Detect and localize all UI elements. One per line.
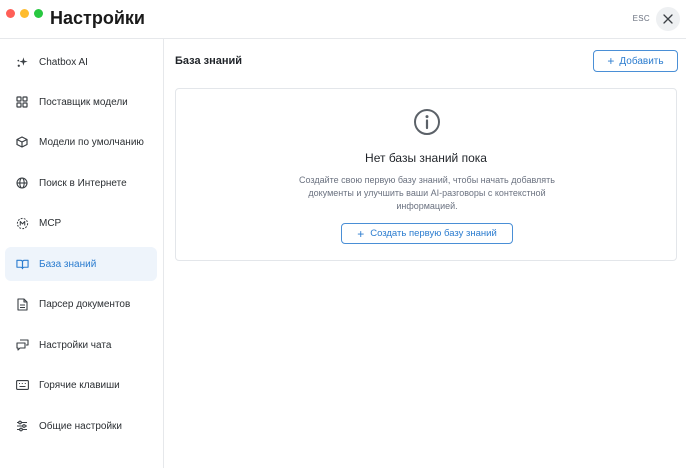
- sidebar-item-model-provider[interactable]: Поставщик модели: [5, 85, 157, 119]
- create-knowledge-base-button[interactable]: + Создать первую базу знаний: [341, 223, 513, 244]
- cube-icon: [15, 135, 29, 149]
- sidebar-item-label: Настройки чата: [39, 339, 112, 351]
- sidebar-item-document-parser[interactable]: Парсер документов: [5, 287, 157, 321]
- keyboard-icon: [15, 378, 29, 392]
- sidebar-item-label: Поиск в Интернете: [39, 177, 127, 189]
- empty-state-title: Нет базы знаний пока: [365, 151, 487, 165]
- sidebar-item-label: Горячие клавиши: [39, 379, 120, 391]
- sidebar-item-label: База знаний: [39, 258, 97, 270]
- globe-icon: [15, 176, 29, 190]
- empty-state-card: Нет базы знаний пока Создайте свою перву…: [175, 88, 677, 261]
- page-title: База знаний: [175, 55, 243, 67]
- sidebar-item-chatbox-ai[interactable]: Chatbox AI: [5, 45, 157, 79]
- title-bar: Настройки ESC: [0, 0, 686, 39]
- sidebar-item-label: Chatbox AI: [39, 56, 88, 68]
- window-close-dot[interactable]: [6, 9, 15, 18]
- sidebar-item-default-models[interactable]: Модели по умолчанию: [5, 125, 157, 159]
- book-icon: [15, 257, 29, 271]
- chat-icon: [15, 338, 29, 352]
- grid-icon: [15, 95, 29, 109]
- window-minimize-dot[interactable]: [20, 9, 29, 18]
- sidebar: Chatbox AI Поставщик модели Модели по ум…: [0, 39, 164, 468]
- sidebar-item-label: Общие настройки: [39, 420, 122, 432]
- sidebar-item-chat-settings[interactable]: Настройки чата: [5, 328, 157, 362]
- add-button-label: Добавить: [619, 55, 664, 67]
- sidebar-item-label: Поставщик модели: [39, 96, 128, 108]
- plus-icon: +: [357, 226, 365, 241]
- sidebar-item-label: Модели по умолчанию: [39, 136, 144, 148]
- add-button[interactable]: + Добавить: [593, 50, 678, 72]
- empty-state-description: Создайте свою первую базу знаний, чтобы …: [299, 175, 555, 211]
- sparkle-icon: [15, 55, 29, 69]
- sidebar-item-hotkeys[interactable]: Горячие клавиши: [5, 368, 157, 402]
- main-panel: База знаний + Добавить Нет базы знаний п…: [165, 39, 686, 468]
- sidebar-item-general-settings[interactable]: Общие настройки: [5, 409, 157, 443]
- window-title: Настройки: [50, 8, 145, 28]
- sidebar-item-knowledge-base[interactable]: База знаний: [5, 247, 157, 281]
- sliders-icon: [15, 419, 29, 433]
- sidebar-item-label: MCP: [39, 217, 62, 229]
- create-button-label: Создать первую базу знаний: [370, 228, 497, 239]
- esc-hint: ESC: [632, 14, 650, 23]
- close-icon: [663, 14, 673, 24]
- sidebar-item-mcp[interactable]: MCP: [5, 206, 157, 240]
- window-zoom-dot[interactable]: [34, 9, 43, 18]
- close-button[interactable]: [656, 7, 680, 31]
- document-icon: [15, 297, 29, 311]
- plus-icon: +: [607, 54, 615, 68]
- sidebar-item-web-search[interactable]: Поиск в Интернете: [5, 166, 157, 200]
- info-icon: [414, 109, 440, 135]
- mcp-icon: [15, 216, 29, 230]
- sidebar-item-label: Парсер документов: [39, 298, 131, 310]
